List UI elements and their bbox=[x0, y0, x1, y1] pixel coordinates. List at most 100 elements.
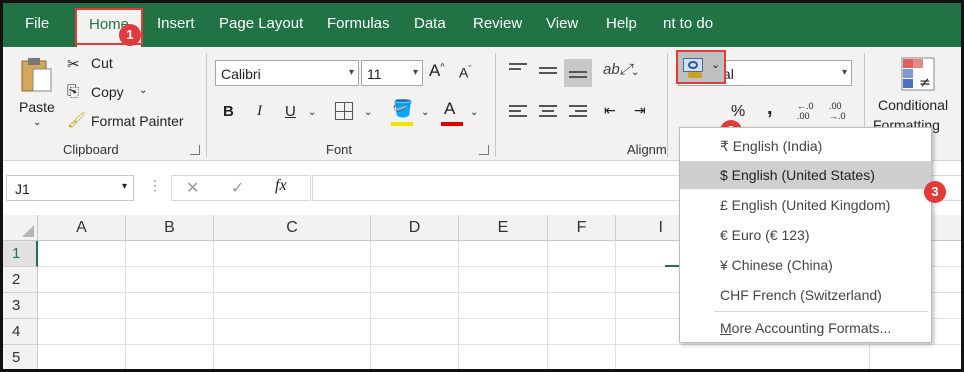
cut-button[interactable]: Cut bbox=[91, 55, 113, 71]
more-accounting-formats-label: ore Accounting Formats... bbox=[731, 320, 892, 336]
row-header-4[interactable]: 4 bbox=[3, 319, 38, 345]
chevron-down-icon: ▾ bbox=[412, 67, 418, 78]
align-left-icon[interactable] bbox=[509, 105, 527, 119]
menu-item-english-india[interactable]: ₹ English (India) bbox=[680, 132, 931, 160]
clipboard-launcher-icon[interactable] bbox=[190, 145, 200, 155]
name-box-value: J1 bbox=[15, 181, 30, 197]
column-header-b[interactable]: B bbox=[126, 215, 214, 241]
menu-divider bbox=[714, 311, 928, 312]
cut-icon[interactable]: ✂ bbox=[67, 55, 80, 73]
insert-function-button[interactable]: fx bbox=[275, 177, 287, 195]
menu-item-english-uk[interactable]: £ English (United Kingdom) bbox=[680, 191, 931, 219]
tab-page-layout[interactable]: Page Layout bbox=[219, 15, 303, 32]
menu-item-chf-french[interactable]: CHF French (Switzerland) bbox=[680, 281, 931, 309]
column-header-f[interactable]: F bbox=[548, 215, 616, 241]
font-name-select[interactable]: Calibri ▾ bbox=[215, 60, 359, 86]
underline-button[interactable]: U bbox=[285, 103, 296, 120]
accounting-format-menu: ₹ English (India) $ English (United Stat… bbox=[679, 127, 932, 343]
more-icon: ⋮ bbox=[148, 177, 162, 193]
paste-icon[interactable] bbox=[19, 55, 55, 95]
tab-file[interactable]: File bbox=[25, 15, 49, 32]
font-color-swatch bbox=[441, 122, 463, 126]
borders-icon[interactable] bbox=[335, 102, 353, 120]
tab-insert[interactable]: Insert bbox=[157, 15, 195, 32]
increase-decimal-icon[interactable]: ←.0.00 bbox=[797, 101, 814, 121]
borders-dropdown-icon[interactable]: ⌄ bbox=[364, 107, 372, 118]
format-painter-button[interactable]: Format Painter bbox=[91, 113, 184, 129]
underline-dropdown-icon[interactable]: ⌄ bbox=[308, 107, 316, 118]
chevron-down-icon: ▾ bbox=[348, 67, 354, 78]
menu-item-euro[interactable]: € Euro (€ 123) bbox=[680, 221, 931, 249]
format-painter-icon[interactable]: 🖌 bbox=[67, 111, 86, 129]
cancel-button[interactable]: ✕ bbox=[186, 178, 199, 198]
copy-dropdown-icon[interactable]: ⌄ bbox=[139, 85, 147, 96]
row-header-3[interactable]: 3 bbox=[3, 293, 38, 319]
name-box[interactable]: J1 ▾ bbox=[6, 175, 134, 201]
top-align-icon[interactable] bbox=[509, 63, 527, 77]
chevron-down-icon: ▾ bbox=[121, 181, 127, 192]
middle-align-icon[interactable] bbox=[539, 67, 557, 81]
column-header-d[interactable]: D bbox=[371, 215, 459, 241]
bottom-align-button[interactable] bbox=[564, 59, 592, 87]
align-right-icon[interactable] bbox=[569, 105, 587, 119]
tab-data[interactable]: Data bbox=[414, 15, 446, 32]
font-launcher-icon[interactable] bbox=[479, 145, 489, 155]
tab-help[interactable]: Help bbox=[606, 15, 637, 32]
font-color-button[interactable]: A bbox=[444, 99, 455, 119]
font-name-value: Calibri bbox=[221, 66, 261, 82]
column-header-i[interactable]: I bbox=[616, 215, 680, 241]
fill-color-dropdown-icon[interactable]: ⌄ bbox=[421, 107, 429, 118]
tab-view[interactable]: View bbox=[546, 15, 578, 32]
orientation-dropdown-icon[interactable]: ⌄ bbox=[631, 67, 639, 78]
comma-style-button[interactable]: , bbox=[767, 97, 773, 120]
increase-indent-icon[interactable]: ⇥ bbox=[634, 102, 646, 119]
decrease-indent-icon[interactable]: ⇤ bbox=[604, 102, 616, 119]
column-header-c[interactable]: C bbox=[214, 215, 371, 241]
enter-button[interactable]: ✓ bbox=[231, 178, 244, 198]
svg-text:≠: ≠ bbox=[919, 75, 931, 91]
alignment-group-label: Alignm bbox=[627, 142, 667, 157]
fill-color-swatch bbox=[391, 122, 413, 126]
clipboard-group-label: Clipboard bbox=[63, 142, 119, 157]
more-accounting-formats[interactable]: More Accounting Formats... bbox=[680, 314, 931, 342]
group-divider bbox=[667, 53, 668, 157]
paste-button[interactable]: Paste bbox=[19, 99, 55, 115]
copy-icon[interactable]: ⎘ bbox=[67, 83, 79, 100]
excel-window: File Home Insert Page Layout Formulas Da… bbox=[0, 0, 964, 372]
row-header-2[interactable]: 2 bbox=[3, 267, 38, 293]
row-header-1[interactable]: 1 bbox=[3, 241, 38, 267]
accounting-format-button[interactable]: ⌄ bbox=[676, 50, 726, 84]
fill-color-icon[interactable]: 🪣 bbox=[392, 99, 413, 119]
align-center-icon[interactable] bbox=[539, 105, 557, 119]
font-size-select[interactable]: 11 ▾ bbox=[361, 60, 423, 86]
ribbon-tab-bar: File Home Insert Page Layout Formulas Da… bbox=[3, 3, 961, 47]
font-color-dropdown-icon[interactable]: ⌄ bbox=[470, 107, 478, 118]
money-icon bbox=[683, 58, 703, 72]
coins-icon bbox=[688, 72, 702, 78]
decrease-decimal-icon[interactable]: .00 →.0 bbox=[829, 101, 846, 121]
conditional-formatting-icon[interactable]: ≠ bbox=[901, 57, 935, 91]
group-divider bbox=[495, 53, 496, 157]
row-header-5[interactable]: 5 bbox=[3, 345, 38, 369]
bold-button[interactable]: B bbox=[223, 103, 234, 120]
chevron-down-icon: ▾ bbox=[841, 67, 847, 78]
selected-cell-border bbox=[665, 265, 679, 267]
percent-style-button[interactable]: % bbox=[731, 103, 745, 121]
paste-dropdown-icon[interactable]: ⌄ bbox=[33, 117, 41, 128]
column-header-a[interactable]: A bbox=[38, 215, 126, 241]
decrease-font-icon[interactable]: Aˇ bbox=[459, 64, 471, 81]
tell-me-search[interactable]: nt to do bbox=[663, 15, 713, 32]
select-all-button[interactable] bbox=[3, 215, 38, 241]
italic-button[interactable]: I bbox=[257, 103, 262, 120]
group-divider bbox=[206, 53, 207, 157]
tab-formulas[interactable]: Formulas bbox=[327, 15, 390, 32]
step-badge-3: 3 bbox=[924, 181, 946, 203]
increase-font-icon[interactable]: A^ bbox=[429, 61, 445, 81]
tab-review[interactable]: Review bbox=[473, 15, 522, 32]
copy-button[interactable]: Copy bbox=[91, 84, 124, 100]
orientation-icon[interactable]: ab⤢ bbox=[603, 61, 632, 78]
conditional-formatting-label[interactable]: Conditional bbox=[878, 97, 948, 113]
menu-item-chinese[interactable]: ¥ Chinese (China) bbox=[680, 251, 931, 279]
column-header-e[interactable]: E bbox=[459, 215, 548, 241]
menu-item-english-us[interactable]: $ English (United States) bbox=[680, 161, 931, 189]
